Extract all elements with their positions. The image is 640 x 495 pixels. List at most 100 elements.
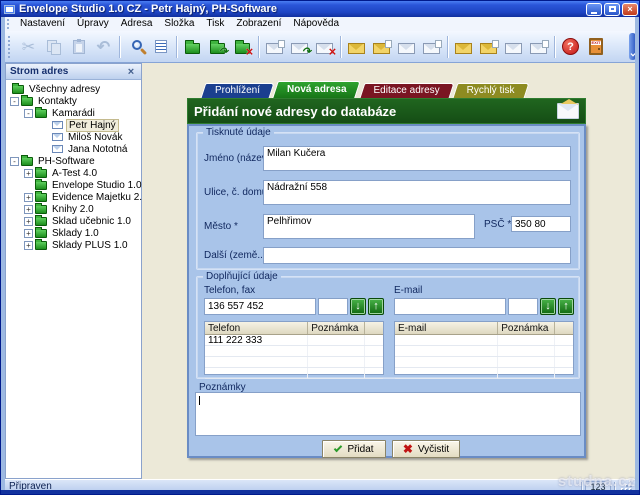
exit-button[interactable] (583, 34, 608, 60)
print-blank-sheet-button[interactable] (419, 34, 444, 60)
undo-button[interactable] (91, 34, 116, 60)
expand-expander[interactable]: + (24, 240, 33, 250)
content-area: Strom adres × Všechny adresy - Kontakty -… (5, 63, 637, 479)
tree-item-kontakty[interactable]: - Kontakty (6, 94, 141, 107)
print-all-blank-button[interactable] (501, 34, 526, 60)
envelope-delete-icon: × (316, 42, 336, 58)
email-input[interactable] (394, 298, 506, 315)
toolbar-separator (447, 35, 448, 58)
open-address-button[interactable] (262, 34, 287, 60)
print-all-envelope-button[interactable] (451, 34, 476, 60)
phone-add-button[interactable]: ↓ (350, 298, 366, 315)
close-button[interactable]: × (622, 2, 638, 16)
name-field[interactable]: Milan Kučera (263, 146, 571, 171)
menu-slozka[interactable]: Složka (158, 17, 200, 31)
folder-delete-icon: × (235, 39, 253, 58)
menu-zobrazeni[interactable]: Zobrazení (230, 17, 287, 31)
toolbar-separator (176, 35, 177, 58)
copy-button[interactable] (41, 34, 66, 60)
tree-item-knihy[interactable]: + Knihy 2.0 (6, 202, 141, 215)
save-address-button[interactable]: ↷ (287, 34, 312, 60)
email-note-input[interactable] (508, 298, 538, 315)
print-all-envelope-sheet-button[interactable] (476, 34, 501, 60)
print-blank-button[interactable] (394, 34, 419, 60)
tree-item-kamaradi[interactable]: - Kamarádi (6, 106, 141, 119)
delete-folder-button[interactable]: × (230, 34, 255, 60)
new-folder-button[interactable] (180, 34, 205, 60)
expand-expander[interactable]: + (24, 204, 33, 214)
page-title: Přidání nové adresy do databáze (194, 103, 397, 119)
title-bar[interactable]: Envelope Studio 1.0 CZ - Petr Hajný, PH-… (1, 1, 639, 17)
tab-nova-adresa[interactable]: Nová adresa (272, 81, 362, 98)
street-field[interactable]: Nádražní 558 (263, 180, 571, 205)
menu-napoveda[interactable]: Nápověda (287, 17, 345, 31)
list-view-button[interactable] (148, 34, 173, 60)
other-field[interactable] (263, 247, 571, 264)
tab-rychly-tisk[interactable]: Rychlý tisk (452, 83, 529, 98)
tab-prohlizeni[interactable]: Prohlížení (200, 83, 275, 98)
tree-item-milos-novak[interactable]: Miloš Novák (6, 131, 141, 143)
tab-editace-adresy[interactable]: Editace adresy (359, 83, 455, 98)
toolbar-separator (554, 35, 555, 58)
menu-upravy[interactable]: Úpravy (71, 17, 115, 31)
other-label: Další (země...) (204, 250, 270, 261)
expand-expander[interactable]: + (24, 228, 33, 238)
tree-item-sklady-plus[interactable]: + Sklady PLUS 1.0 (6, 238, 141, 251)
text-caret (199, 396, 200, 405)
search-button[interactable] (123, 34, 148, 60)
tree-close-icon[interactable]: × (125, 66, 137, 78)
minimize-button[interactable] (586, 2, 602, 16)
collapse-expander[interactable]: - (10, 156, 19, 166)
tree-item-sklad-ucebnic[interactable]: + Sklad učebnic 1.0 (6, 214, 141, 227)
menu-nastaveni[interactable]: Nastavení (14, 17, 71, 31)
tree-item-envelope-studio[interactable]: Envelope Studio 1.0 (6, 178, 142, 191)
folder-icon (35, 178, 47, 190)
tree-item-evidence-majetku[interactable]: + Evidence Majetku 2.0 (6, 190, 148, 203)
print-all-blank-sheet-button[interactable] (526, 34, 551, 60)
help-button[interactable]: ? (558, 34, 583, 60)
phone-table[interactable]: Telefon Poznámka 111 222 333 (204, 321, 384, 379)
copy-icon (47, 40, 61, 55)
menu-grip[interactable] (7, 19, 10, 29)
phone-note-input[interactable] (318, 298, 348, 315)
menu-adresa[interactable]: Adresa (115, 17, 159, 31)
phone-table-row[interactable]: 111 222 333 (205, 335, 383, 346)
add-button[interactable]: Přidat (322, 440, 386, 458)
expand-expander[interactable]: + (24, 168, 33, 178)
collapse-expander[interactable]: - (10, 96, 19, 106)
tree-item-ph-software[interactable]: - PH-Software (6, 154, 141, 167)
expand-expander[interactable]: + (24, 192, 33, 202)
paste-button[interactable] (66, 34, 91, 60)
street-label: Ulice, č. domu (204, 187, 268, 198)
expand-expander[interactable]: + (24, 216, 33, 226)
email-add-button[interactable]: ↓ (540, 298, 556, 315)
tree-panel-header: Strom adres × (6, 64, 141, 80)
toolbar-grip[interactable] (8, 35, 12, 58)
tree-item-a-test[interactable]: + A-Test 4.0 (6, 166, 141, 179)
city-field[interactable]: Pelhřimov (263, 214, 475, 239)
phone-table-header: Telefon Poznámka (205, 322, 383, 335)
window-border-left (1, 17, 5, 492)
print-envelope-button[interactable] (344, 34, 369, 60)
zip-field[interactable] (511, 216, 571, 232)
notes-field[interactable] (195, 392, 581, 436)
folder-icon (35, 202, 47, 214)
phone-remove-button[interactable]: ↑ (368, 298, 384, 315)
tree-item-vsechny-adresy[interactable]: Všechny adresy (6, 82, 141, 95)
tree-item-jana-nototna[interactable]: Jana Nototná (6, 143, 141, 155)
main-area: Prohlížení Nová adresa Editace adresy Ry… (142, 63, 637, 479)
clear-button[interactable]: ✖ Vyčistit (392, 440, 460, 458)
tree-item-sklady[interactable]: + Sklady 1.0 (6, 226, 141, 239)
menu-tisk[interactable]: Tisk (200, 17, 230, 31)
collapse-expander[interactable]: - (24, 108, 33, 118)
edit-folder-button[interactable]: ↷ (205, 34, 230, 60)
email-table[interactable]: E-mail Poznámka (394, 321, 574, 379)
maximize-button[interactable] (604, 2, 620, 16)
phone-input[interactable] (204, 298, 316, 315)
cut-button[interactable] (16, 34, 41, 60)
delete-address-button[interactable]: × (312, 34, 337, 60)
help-icon: ? (562, 38, 579, 55)
print-envelope-sheet-button[interactable] (369, 34, 394, 60)
email-remove-button[interactable]: ↑ (558, 298, 574, 315)
tree-item-petr-hajny[interactable]: Petr Hajný (6, 118, 141, 132)
